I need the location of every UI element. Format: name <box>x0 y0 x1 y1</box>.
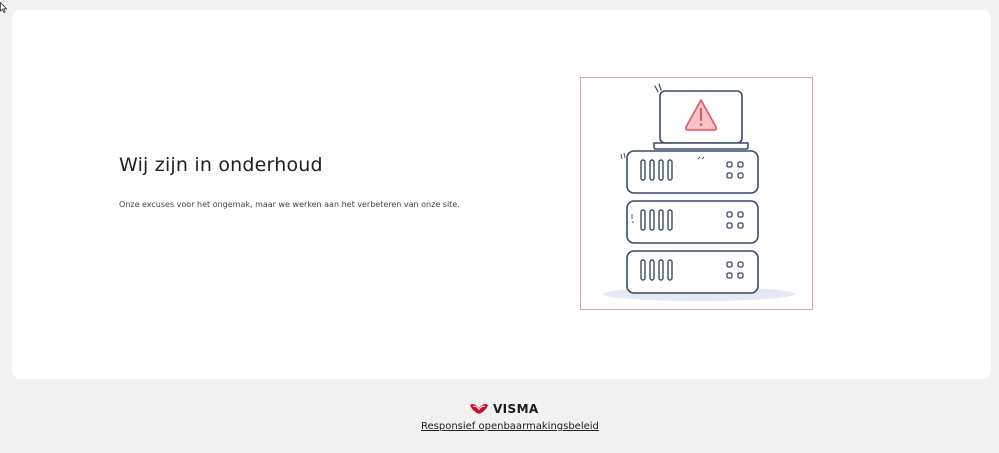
disclosure-policy-link[interactable]: Responsief openbaarmakingsbeleid <box>421 421 599 432</box>
visma-logo-text: VISMA <box>493 402 539 416</box>
visma-logo: VISMA <box>469 402 539 416</box>
visma-logo-icon <box>470 404 488 414</box>
server-warning-icon <box>603 83 795 301</box>
page-title: Wij zijn in onderhoud <box>119 154 323 176</box>
server-maintenance-illustration <box>580 77 813 310</box>
page-description: Onze excuses voor het ongemak, maar we w… <box>119 200 460 209</box>
mouse-cursor-icon <box>0 2 8 14</box>
maintenance-card: Wij zijn in onderhoud Onze excuses voor … <box>12 10 991 379</box>
